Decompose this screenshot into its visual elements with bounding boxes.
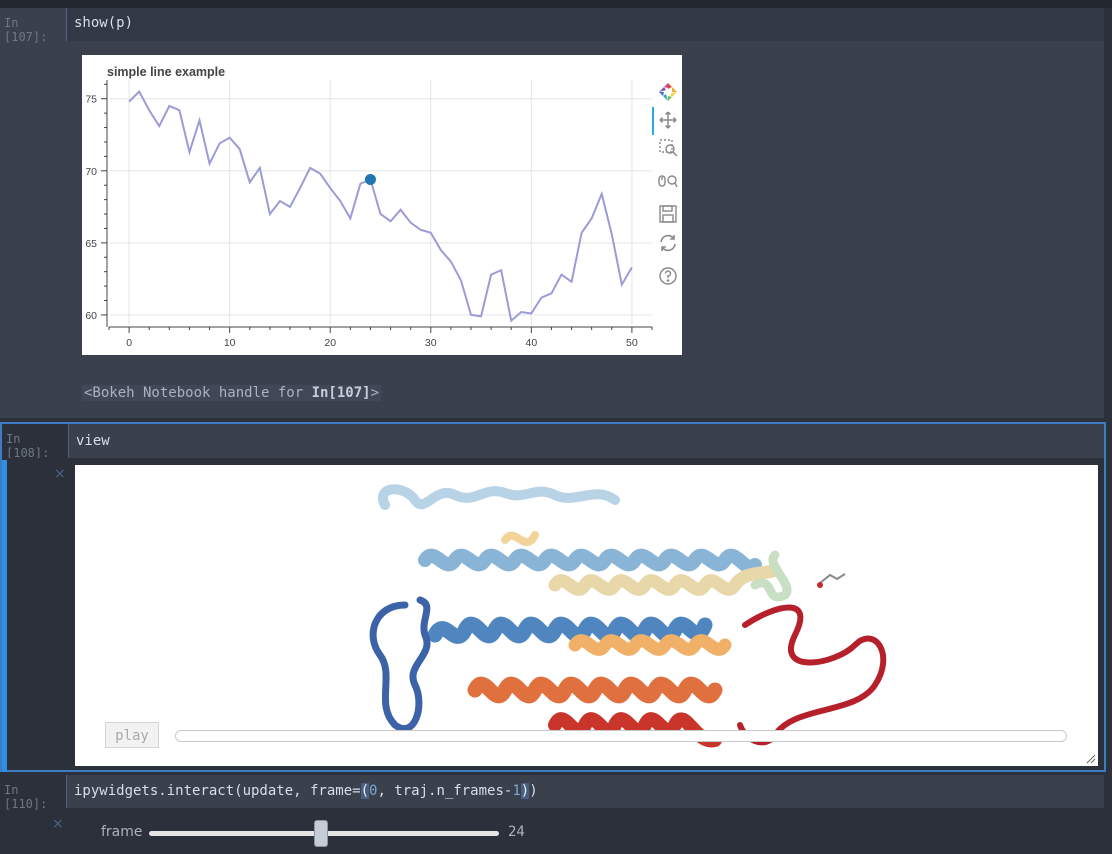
cell-108-prompt: In [108]: [6,432,50,460]
frame-slider-value: 24 [508,824,525,840]
help-icon[interactable] [657,265,679,287]
code-end: ) [529,783,538,799]
y-tick-label: 75 [85,94,97,106]
y-tick-label: 70 [85,166,97,178]
output-text-suffix: > [370,385,380,401]
cell-107[interactable]: In [107]: show(p) simple line example 01… [0,8,1104,418]
close-output-icon[interactable]: × [54,466,66,482]
frame-slider-handle[interactable] [313,820,328,847]
wheel-zoom-icon[interactable] [657,170,679,192]
active-tool-indicator [652,107,654,135]
bokeh-handle-output: <Bokeh Notebook handle for In[107]> [82,385,382,401]
output-text-bold: In[107] [311,385,371,401]
x-tick-label: 50 [626,337,638,349]
bokeh-plot[interactable]: simple line example 0 10 20 30 40 50 60 65 70 75 [82,55,682,355]
line-chart-svg[interactable]: 0 10 20 30 40 50 60 65 70 75 [82,55,682,355]
cell-107-prompt: In [107]: [4,16,48,44]
y-tick-label: 60 [85,310,97,322]
code-open-paren: ( [360,783,370,799]
cell-107-code-input[interactable]: show(p) [67,8,1104,41]
cell-108[interactable]: In [108]: view × play [0,422,1106,772]
code-middle: , traj.n_frames- [377,783,513,799]
series-line [128,89,633,323]
pan-icon[interactable] [657,109,679,131]
x-tick-label: 10 [224,337,236,349]
code-number-one: 1 [512,783,521,799]
input-output-divider [2,458,1104,460]
cell-110[interactable]: In [110]: ipywidgets.interact(update, fr… [0,775,1104,854]
selected-cell-indicator [2,460,7,772]
protein-structure-render[interactable] [75,465,1098,766]
x-tick-label: 30 [425,337,437,349]
cell-110-code-input[interactable]: ipywidgets.interact(update, frame=(0, tr… [67,775,1104,808]
cell-110-prompt: In [110]: [4,783,48,811]
cell-108-code-input[interactable]: view [69,424,1104,458]
save-icon[interactable] [657,203,679,225]
close-output-icon[interactable]: × [52,816,64,832]
notebook-top-strip [0,0,1112,8]
y-tick-label: 65 [85,238,97,250]
cell-108-code: view [76,433,110,449]
molecule-viewer[interactable]: play [75,465,1098,766]
frame-progress-bar[interactable] [175,730,1067,742]
x-tick-label: 0 [126,337,132,349]
box-zoom-icon[interactable] [657,137,679,159]
x-tick-label: 40 [525,337,537,349]
code-close-paren: ) [520,783,530,799]
resize-handle-icon[interactable] [1086,754,1096,764]
play-button[interactable]: play [105,722,159,748]
output-text-prefix: <Bokeh Notebook handle for [84,385,312,401]
highlight-marker [364,173,376,185]
code-prefix: ipywidgets.interact(update, frame= [74,783,361,799]
bokeh-logo-icon[interactable] [657,81,679,103]
x-tick-label: 20 [324,337,336,349]
cell-107-code: show(p) [74,15,134,31]
reset-icon[interactable] [657,232,679,254]
frame-slider-label: frame [101,824,143,840]
ligand-icon [817,573,846,588]
